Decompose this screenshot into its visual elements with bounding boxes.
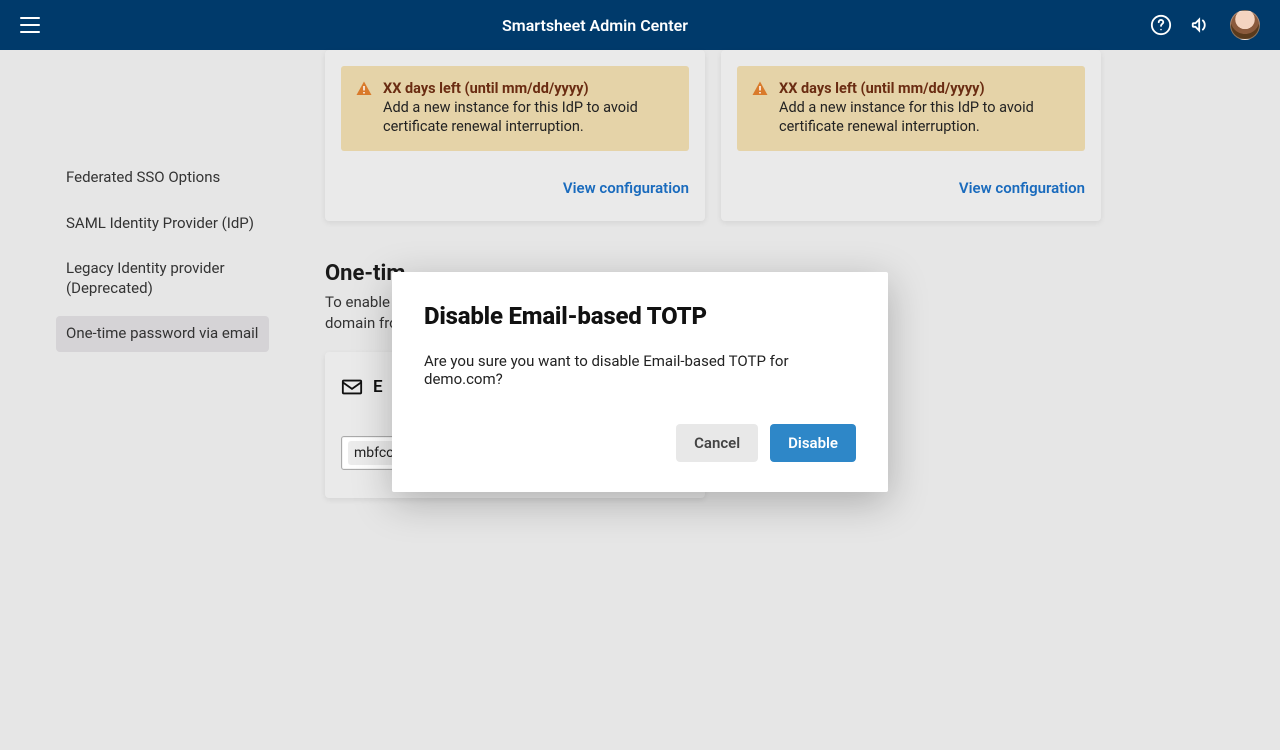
topbar-right xyxy=(1150,10,1260,40)
menu-icon[interactable] xyxy=(20,17,40,33)
alert-body: Add a new instance for this IdP to avoid… xyxy=(779,99,1071,137)
email-label-fragment: E xyxy=(373,377,383,397)
cert-expiry-alert: XX days left (until mm/dd/yyyy) Add a ne… xyxy=(341,66,689,151)
sidebar-item-saml-idp[interactable]: SAML Identity Provider (IdP) xyxy=(56,206,269,242)
sidebar-item-legacy-idp[interactable]: Legacy Identity provider (Deprecated) xyxy=(56,251,269,306)
idp-card: XX days left (until mm/dd/yyyy) Add a ne… xyxy=(721,50,1101,221)
cert-expiry-alert: XX days left (until mm/dd/yyyy) Add a ne… xyxy=(737,66,1085,151)
section-desc-line: To enable E xyxy=(325,293,402,311)
disable-button[interactable]: Disable xyxy=(770,424,856,462)
warning-icon xyxy=(751,80,769,98)
envelope-icon xyxy=(341,376,363,398)
modal-body: Are you sure you want to disable Email-b… xyxy=(424,352,856,388)
view-configuration-link[interactable]: View configuration xyxy=(341,179,689,197)
sidebar-item-label: One-time password via email xyxy=(66,324,258,342)
sidebar-item-federated-sso[interactable]: Federated SSO Options xyxy=(56,160,269,196)
modal-actions: Cancel Disable xyxy=(424,424,856,462)
sidebar-item-label: SAML Identity Provider (IdP) xyxy=(66,214,254,232)
view-configuration-link[interactable]: View configuration xyxy=(737,179,1085,197)
sidebar-item-otp-email[interactable]: One-time password via email xyxy=(56,316,269,352)
alert-title: XX days left (until mm/dd/yyyy) xyxy=(383,80,675,97)
announcements-icon[interactable] xyxy=(1190,14,1212,36)
idp-cards-row: XX days left (until mm/dd/yyyy) Add a ne… xyxy=(325,50,1240,221)
avatar[interactable] xyxy=(1230,10,1260,40)
topbar: Smartsheet Admin Center xyxy=(0,0,1280,50)
sidebar-item-label: Federated SSO Options xyxy=(66,168,220,186)
page-title: Smartsheet Admin Center xyxy=(40,16,1150,35)
alert-body: Add a new instance for this IdP to avoid… xyxy=(383,99,675,137)
modal-title: Disable Email-based TOTP xyxy=(424,302,856,330)
warning-icon xyxy=(355,80,373,98)
cancel-button[interactable]: Cancel xyxy=(676,424,758,462)
section-desc-line: domain fro xyxy=(325,314,398,332)
idp-card: XX days left (until mm/dd/yyyy) Add a ne… xyxy=(325,50,705,221)
help-icon[interactable] xyxy=(1150,14,1172,36)
sidebar-item-label: Legacy Identity provider (Deprecated) xyxy=(66,259,225,297)
alert-title: XX days left (until mm/dd/yyyy) xyxy=(779,80,1071,97)
disable-totp-modal: Disable Email-based TOTP Are you sure yo… xyxy=(392,272,888,492)
sidebar: Federated SSO Options SAML Identity Prov… xyxy=(0,50,285,750)
